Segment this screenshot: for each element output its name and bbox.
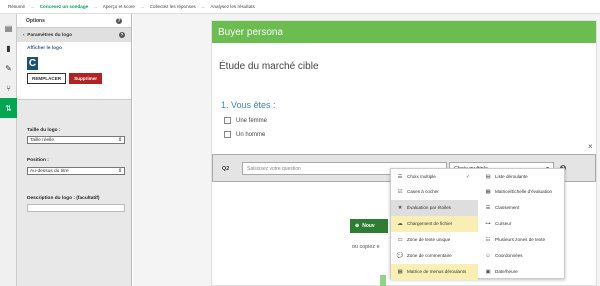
nav-step[interactable]: Analysez les résultats (210, 4, 254, 9)
back-chevron-icon[interactable]: ‹ (23, 33, 25, 38)
grid-icon: ▦ (397, 269, 403, 275)
question-number: Q2 (222, 166, 230, 172)
question-type-option[interactable]: ☺ Coordonnées (479, 248, 566, 264)
q1-option[interactable]: Un homme (224, 131, 265, 138)
bar-chart-icon[interactable]: ▮ (0, 38, 17, 58)
select-arrows-icon: ⇕ (117, 137, 122, 143)
question-type-option[interactable]: ☑ Cases à cocher (391, 184, 478, 200)
option-label: Cases à cocher (407, 189, 439, 195)
new-question-button[interactable]: ⊕ Nouv (350, 219, 388, 233)
nav-step[interactable]: Aperçu et score (103, 4, 135, 9)
option-label: Zone de commentaire (407, 253, 452, 259)
logo-size-value: Taille réelle (30, 137, 54, 143)
question-type-option[interactable]: ⊶ Curseur (479, 216, 566, 232)
question-type-option[interactable]: ☰ Choix multiple (391, 169, 478, 185)
description-label: Description du logo : (facultatif) (27, 196, 100, 201)
option-label: Chargement de fichier (407, 221, 453, 227)
question-type-option[interactable]: ▣ Date/heure (479, 264, 566, 280)
help-icon[interactable]: ? (116, 17, 122, 24)
logo-settings-title: Paramètres du logo (27, 32, 73, 38)
option-label: Choix multiple (407, 174, 436, 180)
arrow-right-icon: → (93, 4, 98, 9)
question-type-option[interactable]: ▭ Zone de texte unique (391, 232, 478, 248)
nav-step[interactable]: Concevez un sondage (40, 4, 89, 9)
sort-icon[interactable]: ⇅ (0, 98, 17, 118)
copy-question-text: ou copiez e (352, 244, 380, 250)
ranking-icon: ☰ (485, 205, 491, 211)
survey-title[interactable]: Étude du marché cible (219, 61, 319, 72)
multi-text-icon: ☷ (485, 237, 491, 243)
text-line-icon: ▭ (397, 237, 403, 243)
plus-circle-icon: ⊕ (355, 223, 360, 229)
close-icon[interactable]: × (588, 142, 593, 151)
matrix-icon: ▦ (485, 189, 491, 195)
logo-size-select[interactable]: Taille réelle ⇕ (27, 136, 125, 144)
question-type-option[interactable]: ☷ Plusieurs zones de texte (479, 232, 566, 248)
question-type-option[interactable]: ▦ Matrice de menus déroulants (391, 264, 478, 280)
arrow-right-icon: → (30, 4, 35, 9)
list-icon: ☰ (397, 174, 403, 180)
question-type-option[interactable]: ✓ ▤ Liste déroulante (466, 169, 566, 185)
calendar-icon: ▣ (485, 269, 491, 275)
star-icon: ★ (397, 205, 403, 211)
q1-option-label: Une femme (236, 117, 268, 124)
new-question-label: Nouv (362, 223, 375, 229)
arrow-right-icon: → (200, 4, 206, 9)
checkbox-icon[interactable] (224, 131, 231, 138)
add-page-button-fragment[interactable] (380, 275, 386, 286)
position-value: Au-dessus du titre (30, 168, 69, 174)
layers-icon[interactable]: ▤ (0, 18, 17, 38)
replace-logo-button[interactable]: REMPLACER (27, 73, 67, 84)
option-label: Matrice de menus déroulants (407, 269, 467, 275)
question-type-option[interactable]: ☰ Classement (479, 200, 566, 216)
help-icon[interactable]: ? (119, 32, 125, 38)
comment-icon: 💬 (396, 253, 404, 259)
paintbrush-icon[interactable]: ✎ (0, 58, 17, 78)
question-type-option[interactable]: ★ Évaluation par étoiles (391, 200, 478, 216)
select-arrows-icon: ⇕ (117, 168, 122, 174)
question-1-title[interactable]: 1. Vous êtes : (221, 100, 276, 110)
question-type-option[interactable]: ▦ Matrice/Échelle d'évaluation (479, 184, 566, 200)
nav-step[interactable]: Résumé (8, 4, 25, 9)
options-header: Options ? (17, 14, 131, 28)
icon-rail: ▤ ▮ ✎ ⑂ ⇅ (0, 14, 17, 286)
survey-header[interactable]: Buyer persona (212, 21, 596, 43)
checkbox-icon: ☑ (397, 189, 403, 195)
checkbox-icon[interactable] (224, 117, 231, 124)
options-panel: Options ? ‹ Paramètres du logo ? Affiche… (17, 14, 132, 286)
option-label: Curseur (495, 221, 512, 227)
option-label: Liste déroulante (495, 174, 528, 180)
option-label: Évaluation par étoiles (407, 205, 451, 211)
logic-branch-icon[interactable]: ⑂ (0, 78, 17, 98)
arrow-right-icon: → (139, 4, 145, 9)
slider-icon: ⊶ (485, 221, 491, 227)
logo-size-label: Taille du logo : (27, 128, 61, 133)
question-type-dropdown: ☰ Choix multiple ☑ Cases à cocher ★ Évaluatio… (390, 168, 566, 280)
option-label: Date/heure (495, 269, 518, 275)
logo-thumbnail: C (27, 57, 38, 70)
contact-icon: ☺ (485, 253, 491, 259)
logo-settings-header[interactable]: ‹ Paramètres du logo ? (17, 28, 131, 42)
nav-step[interactable]: Collectez les réponses (150, 4, 196, 9)
show-logo-link[interactable]: Afficher le logo (27, 46, 121, 51)
position-label: Position : (27, 158, 49, 163)
option-label: Zone de texte unique (407, 237, 451, 243)
option-label: Plusieurs zones de texte (495, 237, 546, 243)
option-label: Classement (495, 205, 520, 211)
option-label: Matrice/Échelle d'évaluation (495, 189, 553, 195)
question-type-option[interactable]: ☁ Chargement de fichier (391, 216, 478, 232)
option-label: Coordonnées (495, 253, 523, 259)
checkmark-icon: ✓ (466, 174, 470, 179)
position-select[interactable]: Au-dessus du titre ⇕ (27, 167, 125, 175)
description-input[interactable] (27, 204, 125, 212)
dropdown-list-icon: ▤ (485, 174, 491, 180)
logo-settings-body: Afficher le logo C REMPLACER Supprimer (17, 42, 131, 100)
options-title: Options (26, 17, 45, 24)
cloud-upload-icon: ☁ (397, 221, 403, 227)
top-nav: Résumé → Concevez un sondage → Aperçu et sco… (0, 0, 600, 14)
delete-logo-button[interactable]: Supprimer (69, 73, 103, 84)
question-type-option[interactable]: 💬 Zone de commentaire (391, 248, 478, 264)
q1-option[interactable]: Une femme (224, 117, 267, 124)
q1-option-label: Un homme (236, 131, 266, 138)
